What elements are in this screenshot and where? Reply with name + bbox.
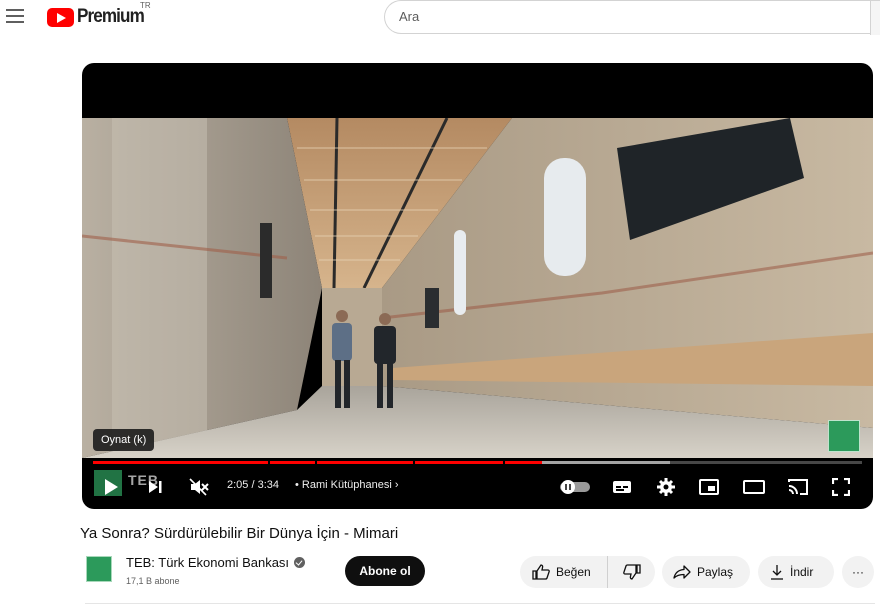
search-button[interactable]: [870, 1, 880, 35]
chapter-marker: [315, 461, 317, 464]
cast-button[interactable]: [785, 474, 811, 500]
video-title: Ya Sonra? Sürdürülebilir Bir Dünya İçin …: [80, 525, 399, 542]
play-tooltip: Oynat (k): [93, 429, 155, 451]
chapter-title: • Rami Kütüphanesi: [295, 479, 392, 491]
download-label: İndir: [790, 565, 814, 579]
settings-button[interactable]: [653, 474, 679, 500]
channel-name-link[interactable]: TEB: Türk Ekonomi Bankası: [126, 555, 306, 570]
channel-name: TEB: Türk Ekonomi Bankası: [126, 555, 290, 570]
subtitles-icon: [613, 481, 631, 493]
like-button[interactable]: Beğen: [520, 556, 608, 588]
play-icon: [105, 479, 118, 495]
logo-text: Premium: [77, 6, 145, 27]
more-icon: ···: [852, 565, 864, 579]
share-label: Paylaş: [697, 565, 734, 579]
logo-country-code: TR: [140, 1, 151, 10]
youtube-premium-logo[interactable]: Premium: [47, 5, 151, 29]
subtitles-button[interactable]: [609, 474, 635, 500]
chapter-marker: [503, 461, 505, 464]
search-box: [384, 0, 880, 35]
miniplayer-button[interactable]: [696, 474, 722, 500]
chapter-marker: [268, 461, 270, 464]
download-button[interactable]: İndir: [758, 556, 834, 588]
more-actions-button[interactable]: ···: [842, 556, 874, 588]
dislike-button[interactable]: [608, 556, 655, 588]
next-button[interactable]: [142, 474, 168, 500]
time-display: 2:05 / 3:34: [227, 479, 279, 491]
player-controls: TEB 2:05 / 3:34 • Rami Kütüphanesi ›: [82, 468, 873, 506]
autoplay-toggle[interactable]: [558, 474, 592, 500]
progress-bar[interactable]: [93, 461, 862, 464]
autoplay-toggle-icon: [560, 480, 590, 494]
theater-mode-button[interactable]: [740, 474, 768, 500]
like-label: Beğen: [556, 565, 591, 579]
mute-button[interactable]: [186, 474, 212, 500]
like-dislike-group: Beğen: [520, 556, 655, 588]
cast-icon: [788, 479, 808, 495]
gear-icon: [657, 478, 675, 496]
search-input[interactable]: [399, 9, 839, 24]
progress-played: [93, 461, 543, 464]
share-button[interactable]: Paylaş: [662, 556, 750, 588]
subscriber-count: 17,1 B abone: [126, 576, 180, 586]
fullscreen-button[interactable]: [828, 474, 854, 500]
channel-avatar[interactable]: [86, 556, 112, 582]
top-bar: Premium TR: [0, 0, 880, 40]
chapter-button[interactable]: • Rami Kütüphanesi ›: [295, 479, 399, 491]
video-player[interactable]: Oynat (k) TEB 2:05 / 3:34 • Rami Kütüpha…: [82, 63, 873, 509]
volume-muted-icon: [189, 478, 209, 496]
share-arrow-icon: [673, 565, 691, 579]
youtube-play-icon: [47, 7, 74, 27]
video-frame-image: [82, 118, 873, 458]
download-icon: [771, 565, 783, 580]
subscribe-button[interactable]: Abone ol: [345, 556, 425, 586]
teb-watermark-logo: [828, 420, 860, 452]
skip-next-icon: [149, 481, 162, 493]
menu-icon[interactable]: [6, 9, 24, 23]
video-frame[interactable]: [82, 118, 873, 458]
verified-badge-icon: [294, 557, 306, 568]
miniplayer-icon: [699, 479, 719, 495]
divider: [85, 603, 875, 604]
play-button[interactable]: [98, 474, 124, 500]
chapter-marker: [413, 461, 415, 464]
theater-mode-icon: [743, 480, 765, 494]
chevron-right-icon: ›: [394, 479, 399, 491]
fullscreen-icon: [832, 478, 850, 496]
thumbs-down-icon: [622, 564, 641, 580]
thumbs-up-icon: [532, 564, 550, 580]
